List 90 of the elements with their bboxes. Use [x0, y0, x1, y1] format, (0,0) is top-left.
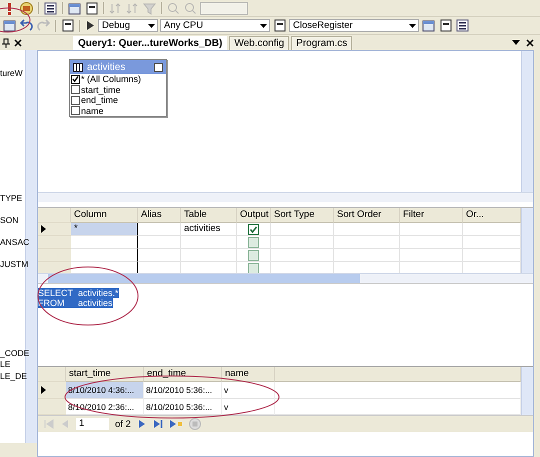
tree-item[interactable]: tureW: [0, 68, 23, 78]
configuration-combo[interactable]: Debug: [98, 19, 158, 32]
scrollbar[interactable]: [38, 192, 533, 202]
checkbox[interactable]: [71, 74, 80, 84]
tree-item[interactable]: JUSTM: [0, 259, 28, 269]
checkbox[interactable]: [248, 236, 259, 248]
document-tab[interactable]: Web.config: [229, 36, 290, 50]
pin-icon[interactable]: [2, 38, 10, 48]
project-combo[interactable]: CloseRegister: [289, 19, 419, 32]
close-icon[interactable]: [14, 38, 22, 46]
checkbox[interactable]: [248, 250, 259, 260]
table-name: activities: [87, 62, 126, 72]
column-header[interactable]: start_time: [66, 367, 144, 382]
minimize-button[interactable]: [154, 62, 163, 72]
column-name: start_time: [81, 84, 121, 95]
column-header[interactable]: name: [222, 367, 275, 382]
table-icon[interactable]: [67, 0, 82, 16]
scrollbar[interactable]: [521, 367, 533, 415]
close-icon[interactable]: [526, 38, 534, 46]
tree-item[interactable]: TYPE: [0, 193, 22, 203]
table-icon[interactable]: [2, 18, 17, 33]
dropdown-arrow-icon[interactable]: [409, 24, 416, 28]
table-icon: [73, 62, 83, 72]
scrollbar[interactable]: [521, 51, 533, 192]
dropdown-arrow-icon[interactable]: [148, 24, 155, 28]
checkbox[interactable]: [71, 85, 80, 94]
row-header[interactable]: [38, 223, 71, 236]
column-header[interactable]: Sort Order: [334, 208, 400, 223]
platform-combo[interactable]: Any CPU: [160, 19, 270, 32]
table-cell[interactable]: activities: [181, 223, 237, 236]
column-name: end_time: [81, 95, 118, 106]
row-header[interactable]: [38, 382, 66, 399]
list-icon[interactable]: [43, 0, 58, 16]
table-cell[interactable]: 8/10/2010 5:36:...: [144, 382, 222, 399]
column-header[interactable]: Filter: [400, 208, 463, 223]
table-cell[interactable]: [71, 249, 138, 262]
sql-keyword: SELECT: [38, 288, 78, 298]
new-row-icon[interactable]: [168, 419, 183, 429]
checkbox[interactable]: [71, 106, 80, 116]
zoom-icon[interactable]: [183, 0, 198, 16]
column-header[interactable]: Sort Type: [271, 208, 334, 223]
table-cell[interactable]: v: [222, 382, 275, 399]
zoom-combo[interactable]: [200, 2, 248, 14]
header-cell: [38, 208, 71, 223]
tree-item[interactable]: LE: [0, 359, 10, 369]
sql-text: activities: [78, 298, 113, 308]
checkbox[interactable]: [248, 262, 259, 273]
checkbox[interactable]: [71, 96, 80, 105]
stop-icon[interactable]: [188, 418, 201, 430]
table-cell[interactable]: *: [71, 223, 138, 236]
tree-item[interactable]: ANSAC: [0, 237, 30, 247]
header-cell: [38, 367, 66, 382]
column-header[interactable]: Table: [181, 208, 237, 223]
scrollbar[interactable]: [521, 208, 533, 273]
table-cell[interactable]: [71, 236, 138, 249]
column-header[interactable]: Alias: [138, 208, 181, 223]
form-icon[interactable]: [84, 0, 99, 16]
scrollbar[interactable]: [38, 273, 533, 283]
form-icon[interactable]: [438, 18, 453, 33]
list-icon[interactable]: [455, 18, 470, 33]
form-icon[interactable]: [272, 18, 287, 33]
column-header[interactable]: Or...: [463, 208, 521, 223]
document-tab[interactable]: Program.cs: [291, 36, 352, 50]
column-name: * (All Columns): [81, 74, 142, 84]
undo-icon[interactable]: [19, 18, 34, 33]
table-icon[interactable]: [421, 18, 436, 33]
tree-item[interactable]: SON: [0, 215, 18, 225]
page-count: of 2: [115, 418, 131, 430]
page-field[interactable]: 1: [76, 418, 109, 430]
document-tab[interactable]: Query1: Quer...tureWorks_DB): [73, 36, 228, 50]
column-name: name: [81, 106, 104, 116]
first-icon[interactable]: [44, 419, 54, 429]
previous-icon[interactable]: [60, 419, 70, 429]
checkbox[interactable]: [248, 224, 259, 234]
sort-icon[interactable]: [125, 0, 140, 16]
row-pointer-icon: [41, 386, 46, 394]
tree-item[interactable]: LE_DE: [0, 371, 27, 381]
form-icon[interactable]: [60, 18, 75, 33]
dropdown-arrow-icon[interactable]: [512, 40, 520, 45]
zoom-icon[interactable]: [166, 0, 181, 16]
play-icon[interactable]: [84, 18, 96, 33]
row-pointer-icon: [41, 225, 46, 233]
last-icon[interactable]: [152, 419, 163, 429]
dropdown-arrow-icon[interactable]: [260, 24, 267, 28]
next-icon[interactable]: [136, 419, 147, 429]
sql-text: activities.*: [78, 288, 119, 298]
column-header[interactable]: Column: [71, 208, 138, 223]
tree-item[interactable]: _CODE: [0, 348, 30, 358]
column-header[interactable]: Output: [237, 208, 271, 223]
sort-icon[interactable]: [108, 0, 123, 16]
